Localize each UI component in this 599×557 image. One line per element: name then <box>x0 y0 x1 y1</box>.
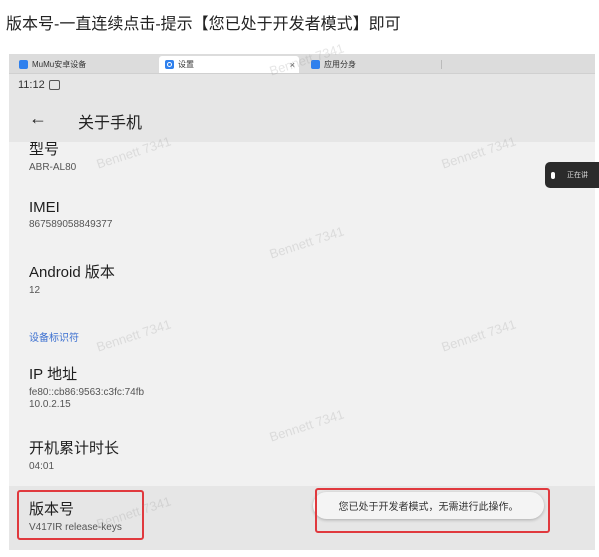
back-arrow-icon[interactable]: ← <box>29 108 47 129</box>
ipv4-value: 10.0.2.15 <box>29 399 71 410</box>
item-title: IP 地址 <box>29 366 78 383</box>
item-value: 04:01 <box>29 461 55 472</box>
list-item-android-version[interactable]: Android 版本 12 <box>29 261 115 297</box>
ipv6-value: fe80::cb86:9563:c3fc:74fb <box>29 387 145 398</box>
mumu-icon <box>19 60 28 69</box>
status-time: 11:12 <box>18 79 45 91</box>
item-title: IMEI <box>29 199 60 216</box>
tab-bar: MuMu安卓设备 设置 × 应用分身 <box>9 54 595 74</box>
tab-mumu-device[interactable]: MuMu安卓设备 <box>13 56 153 73</box>
app-clone-icon <box>311 60 320 69</box>
item-title: Android 版本 <box>29 264 115 281</box>
highlight-build-number <box>17 490 144 540</box>
status-bar: 11:12 <box>9 74 595 96</box>
caption-text: 版本号-一直连续点击-提示【您已处于开发者模式】即可 <box>6 16 401 33</box>
notification-icon <box>48 80 60 90</box>
list-item-imei[interactable]: IMEI 867589058849377 <box>29 199 112 231</box>
tab-settings[interactable]: 设置 × <box>159 56 299 73</box>
emulator-window: MuMu安卓设备 设置 × 应用分身 11:12 ← 关于手机 型号 ABR-A… <box>9 54 595 550</box>
list-item-uptime[interactable]: 开机累计时长 04:01 <box>29 437 119 473</box>
app-bar: ← 关于手机 <box>9 96 595 142</box>
close-icon[interactable]: × <box>290 60 295 70</box>
item-value: ABR-AL80 <box>29 162 77 173</box>
item-value: 12 <box>29 285 41 296</box>
tab-label: 设置 <box>178 60 194 69</box>
item-title: 型号 <box>29 142 60 158</box>
voice-input-overlay[interactable]: 正在讲 <box>545 162 599 188</box>
microphone-icon <box>551 171 555 179</box>
highlight-toast <box>315 488 550 533</box>
gear-icon <box>165 60 174 69</box>
voice-input-label: 正在讲 <box>567 172 588 179</box>
section-header-device-identifiers: 设备标识符 <box>29 333 79 344</box>
item-value: 867589058849377 <box>29 219 113 230</box>
tab-label: 应用分身 <box>324 60 356 69</box>
list-item-ip-address[interactable]: IP 地址 fe80::cb86:9563:c3fc:74fb 10.0.2.1… <box>29 363 144 411</box>
tab-label: MuMu安卓设备 <box>32 60 87 69</box>
tab-app-clone[interactable]: 应用分身 <box>305 56 445 73</box>
tab-divider <box>441 60 442 69</box>
page-title: 关于手机 <box>78 115 143 132</box>
item-value: fe80::cb86:9563:c3fc:74fb 10.0.2.15 <box>29 387 144 411</box>
list-item-model[interactable]: 型号 ABR-AL80 <box>29 142 76 174</box>
item-title: 开机累计时长 <box>29 440 120 457</box>
